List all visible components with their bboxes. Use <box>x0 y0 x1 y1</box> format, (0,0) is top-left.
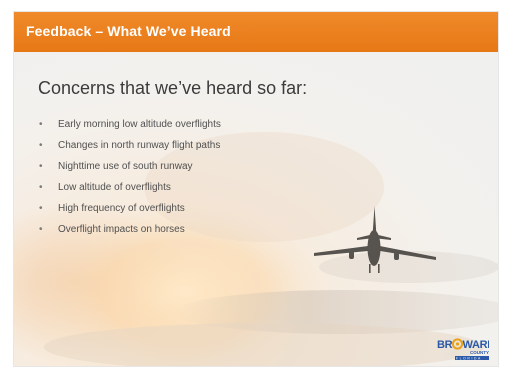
list-item: • High frequency of overflights <box>38 203 221 224</box>
list-item-text: Nighttime use of south runway <box>58 161 193 172</box>
svg-text:FLORIDA: FLORIDA <box>456 356 482 360</box>
slide: Feedback – What We’ve Heard Concerns tha… <box>14 12 498 366</box>
broward-county-logo: BR WARD COUNTY FLORIDA <box>437 338 489 360</box>
list-item: • Overflight impacts on horses <box>38 224 221 245</box>
header-bar: Feedback – What We’ve Heard <box>14 12 498 52</box>
bullet-icon: • <box>39 203 43 214</box>
bullet-icon: • <box>39 182 43 193</box>
list-item: • Nighttime use of south runway <box>38 161 221 182</box>
list-item-text: Overflight impacts on horses <box>58 224 185 235</box>
list-item: • Early morning low altitude overflights <box>38 119 221 140</box>
list-item: • Low altitude of overflights <box>38 182 221 203</box>
list-item-text: High frequency of overflights <box>58 203 185 214</box>
list-item-text: Changes in north runway flight paths <box>58 140 221 151</box>
bullet-icon: • <box>39 119 43 130</box>
list-item-text: Early morning low altitude overflights <box>58 119 221 130</box>
bullet-icon: • <box>39 140 43 151</box>
slide-title: Feedback – What We’ve Heard <box>26 23 231 39</box>
list-item-text: Low altitude of overflights <box>58 182 171 193</box>
list-item: • Changes in north runway flight paths <box>38 140 221 161</box>
svg-text:COUNTY: COUNTY <box>470 350 489 355</box>
section-heading: Concerns that we’ve heard so far: <box>38 78 308 98</box>
concerns-list: • Early morning low altitude overflights… <box>38 119 221 245</box>
bullet-icon: • <box>39 161 43 172</box>
bullet-icon: • <box>39 224 43 235</box>
svg-text:BR: BR <box>437 339 453 351</box>
